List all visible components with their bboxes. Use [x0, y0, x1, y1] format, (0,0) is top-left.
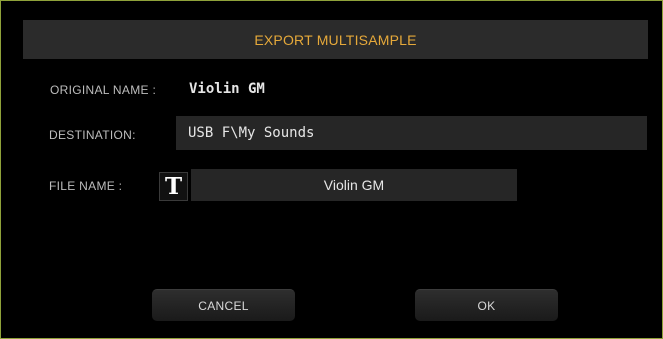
destination-field[interactable]: USB F\My Sounds — [176, 116, 647, 150]
destination-value: USB F\My Sounds — [188, 125, 315, 141]
file-name-label: FILE NAME : — [49, 179, 123, 193]
ok-button[interactable]: OK — [415, 289, 558, 321]
ok-button-label: OK — [477, 298, 496, 313]
dialog-title: EXPORT MULTISAMPLE — [254, 31, 417, 48]
file-name-value: Violin GM — [323, 177, 385, 193]
cancel-button-label: CANCEL — [198, 298, 249, 313]
cancel-button[interactable]: CANCEL — [152, 289, 295, 321]
destination-label: DESTINATION: — [49, 128, 136, 142]
dialog-title-bar: EXPORT MULTISAMPLE — [23, 20, 648, 59]
file-name-field[interactable]: Violin GM — [191, 169, 517, 201]
original-name-value: Violin GM — [189, 81, 265, 97]
original-name-label: ORIGINAL NAME : — [50, 83, 157, 97]
text-edit-icon[interactable]: T — [159, 172, 188, 201]
export-multisample-dialog: EXPORT MULTISAMPLE ORIGINAL NAME : Violi… — [0, 0, 663, 339]
